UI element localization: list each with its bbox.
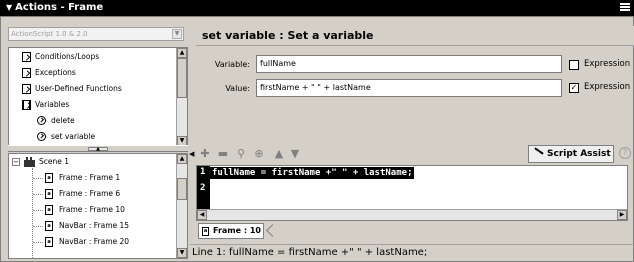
script-assist-label: Script Assist xyxy=(547,149,611,159)
toolbox-item-label: Conditions/Loops xyxy=(35,52,100,61)
tree-item-frame[interactable]: NavBar : Frame 20 xyxy=(59,235,129,249)
panel-titlebar[interactable]: ▼ Actions - Frame xyxy=(0,0,634,16)
book-icon xyxy=(22,68,31,78)
scene-label[interactable]: Scene 1 xyxy=(39,155,69,169)
tree-connector xyxy=(33,178,43,179)
pin-icon[interactable] xyxy=(266,224,279,237)
navigator-scrollbar[interactable]: ▲ ▼ xyxy=(176,154,187,258)
scroll-thumb[interactable] xyxy=(177,58,187,98)
toolbox-splitter[interactable]: ▲ xyxy=(8,145,188,152)
toolbox-scrollbar[interactable]: ▲ ▼ xyxy=(176,48,187,146)
scroll-thumb[interactable] xyxy=(177,178,187,200)
action-circle-icon xyxy=(37,116,46,125)
variable-label: Variable: xyxy=(214,60,250,69)
panel-title: Actions - Frame xyxy=(15,2,104,13)
toolbox-item-label: Exceptions xyxy=(35,68,76,77)
action-heading: set variable : Set a variable xyxy=(196,26,634,46)
frame-icon: a xyxy=(45,189,53,199)
value-field[interactable]: firstName + " " + lastName xyxy=(256,79,562,97)
tree-item-frame[interactable]: NavBar : Frame 15 xyxy=(59,219,129,233)
tree-connector xyxy=(33,226,43,227)
actions-toolbox[interactable]: Conditions/Loops Exceptions User-Defined… xyxy=(8,47,188,147)
status-bar: Line 1: fullName = firstName +" " + last… xyxy=(190,244,634,260)
tree-connector xyxy=(33,210,43,211)
book-icon xyxy=(22,52,31,62)
tree-connector xyxy=(32,168,33,258)
code-line[interactable]: fullName = firstName +" " + lastName; xyxy=(210,167,415,179)
value-expression-checkbox[interactable]: ✓ xyxy=(569,83,579,93)
delete-icon[interactable]: ▬ xyxy=(216,147,230,161)
toolbox-item-label: set variable xyxy=(51,132,96,141)
value-expression-label: Expression xyxy=(584,82,631,92)
tab-frame-10[interactable]: a Frame : 10 xyxy=(198,223,264,239)
script-editor[interactable]: 1 2 fullName = firstName +" " + lastName… xyxy=(196,165,628,221)
book-icon xyxy=(22,84,31,94)
scroll-left-icon[interactable]: ◀ xyxy=(197,210,207,220)
variable-field[interactable]: fullName xyxy=(256,55,562,73)
variable-expression-checkbox[interactable] xyxy=(569,60,579,70)
frame-icon: a xyxy=(45,237,53,247)
script-tabs: a Frame : 10 xyxy=(196,222,634,240)
variable-expression-label: Expression xyxy=(584,59,631,69)
splitter-grip-icon[interactable]: ▲ xyxy=(88,147,108,152)
book-open-icon xyxy=(22,100,31,110)
scroll-up-icon[interactable]: ▲ xyxy=(177,48,187,58)
help-icon[interactable]: ? xyxy=(619,147,631,159)
value-label: Value: xyxy=(225,84,250,93)
triangle-down-icon[interactable]: ▼ xyxy=(6,0,12,16)
actionscript-version-select[interactable]: ActionScript 1.0 & 2.0 ▼ xyxy=(8,27,184,41)
tree-item-frame[interactable]: Frame : Frame 1 xyxy=(59,171,120,185)
version-select-value: ActionScript 1.0 & 2.0 xyxy=(11,30,88,38)
line-number: 1 xyxy=(200,167,206,177)
script-toolbar: ✚ ▬ ⚲ ⊕ ▲ ▼ Script Assist ? xyxy=(196,145,634,163)
scene-icon xyxy=(24,157,35,167)
wand-icon xyxy=(534,147,544,155)
scroll-up-icon[interactable]: ▲ xyxy=(177,154,187,164)
toolbox-item-label: User-Defined Functions xyxy=(35,84,122,93)
move-up-icon[interactable]: ▲ xyxy=(272,147,286,161)
toolbox-item-label: delete xyxy=(51,116,75,125)
line-number: 2 xyxy=(200,183,206,193)
chevron-down-icon[interactable]: ▼ xyxy=(172,29,182,39)
panel-menu-icon[interactable] xyxy=(620,3,630,12)
move-down-icon[interactable]: ▼ xyxy=(288,147,302,161)
frame-icon: a xyxy=(45,205,53,215)
scroll-down-icon[interactable]: ▼ xyxy=(177,248,187,258)
tab-label: Frame : 10 xyxy=(213,226,261,235)
scroll-right-icon[interactable]: ▶ xyxy=(617,210,627,220)
frame-icon: a xyxy=(45,221,53,231)
toolbox-item-label: Variables xyxy=(35,100,70,109)
frame-icon: a xyxy=(202,227,209,236)
find-icon[interactable]: ⚲ xyxy=(234,147,248,161)
collapse-icon[interactable]: − xyxy=(12,158,20,166)
action-circle-icon xyxy=(37,132,46,141)
editor-h-scrollbar[interactable]: ◀ ▶ xyxy=(197,209,627,220)
script-assist-button[interactable]: Script Assist xyxy=(528,145,614,163)
tree-item-frame[interactable]: Frame : Frame 10 xyxy=(59,203,125,217)
tree-item-frame[interactable]: Frame : Frame 6 xyxy=(59,187,120,201)
tree-connector xyxy=(33,194,43,195)
tree-connector xyxy=(33,242,43,243)
script-navigator[interactable]: − Scene 1 a Frame : Frame 1 a Frame : Fr… xyxy=(8,153,188,259)
frame-icon: a xyxy=(45,173,53,183)
collapse-left-pane-icon[interactable]: ◀ xyxy=(189,150,194,158)
target-icon[interactable]: ⊕ xyxy=(252,147,266,161)
add-icon[interactable]: ✚ xyxy=(198,147,212,161)
